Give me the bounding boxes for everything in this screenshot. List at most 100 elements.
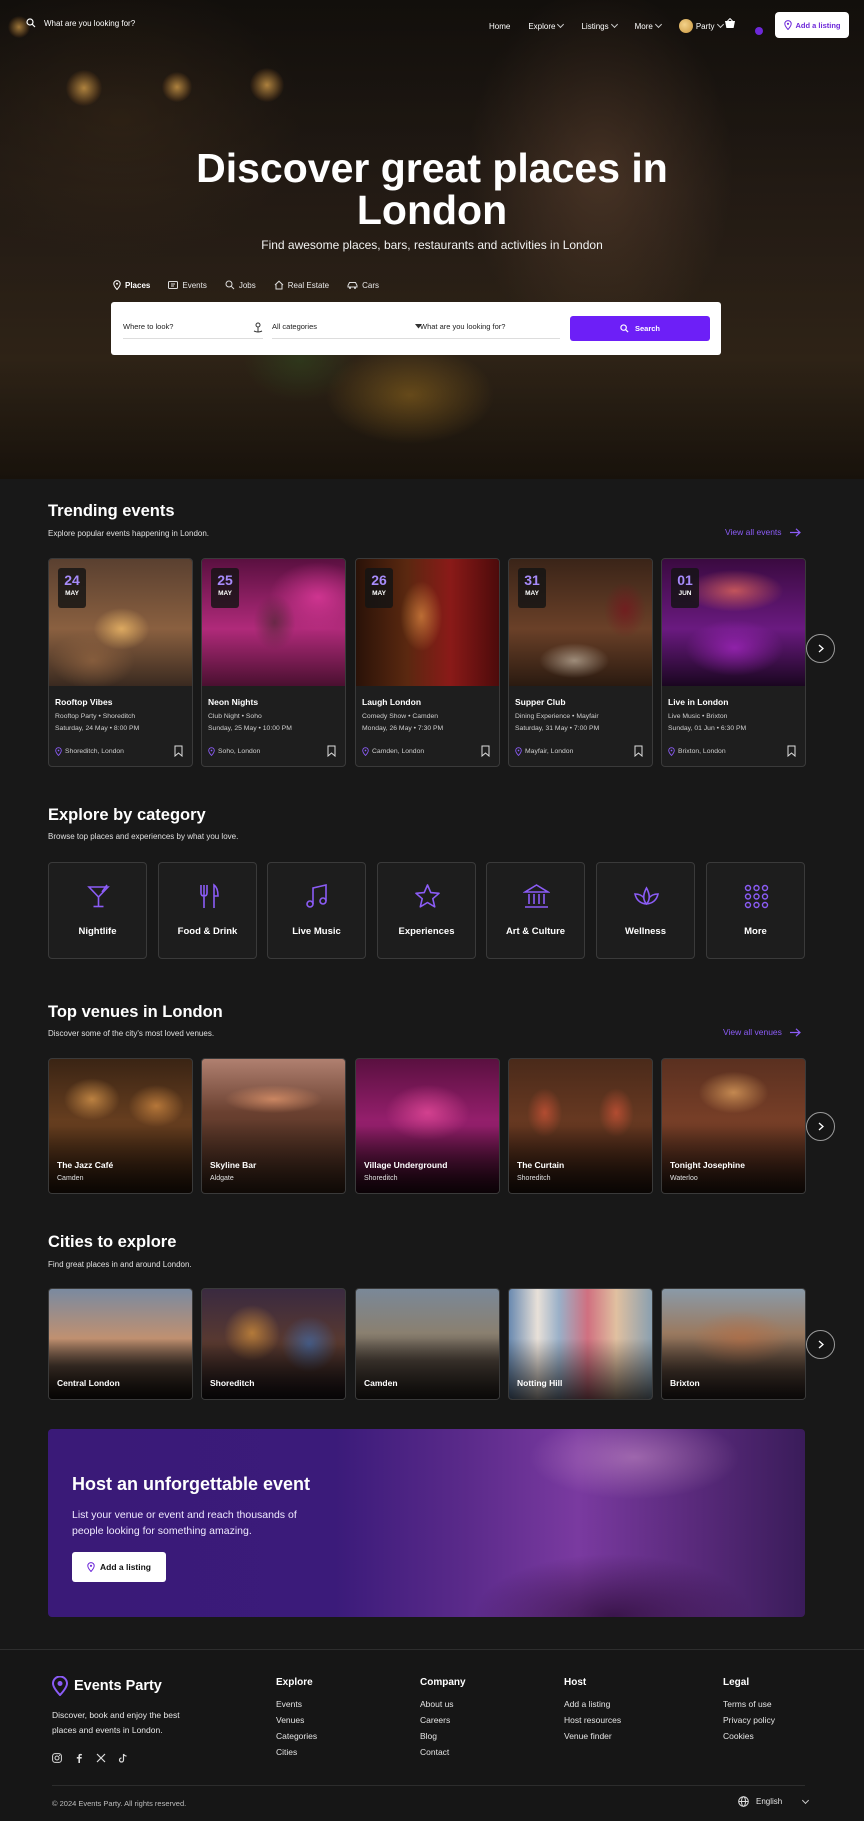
venue-name: The Jazz Café [57,1160,114,1170]
event-card[interactable]: 26 MAY Laugh London Comedy Show • Camden … [355,558,500,767]
venue-name: Village Underground [364,1160,448,1170]
nav-home[interactable]: Home [489,22,510,31]
category-card-live-music[interactable]: Live Music [267,862,366,959]
venue-card[interactable]: The Curtain Shoreditch [508,1058,653,1194]
language-selector[interactable]: English [738,1796,810,1807]
nav-explore[interactable]: Explore [528,20,565,31]
event-card[interactable]: 25 MAY Neon Nights Club Night • Soho Sund… [201,558,346,767]
events-next-button[interactable] [806,634,835,663]
tiktok-icon[interactable] [118,1753,128,1763]
event-location-label: Soho, London [218,748,261,755]
footer-link[interactable]: Cities [276,1747,317,1757]
cities-next-button[interactable] [806,1330,835,1359]
footer-link[interactable]: Venues [276,1715,317,1725]
tab-real-estate[interactable]: Real Estate [274,280,329,290]
venue-card[interactable]: The Jazz Café Camden [48,1058,193,1194]
x-icon[interactable] [96,1753,106,1763]
event-card[interactable]: 31 MAY Supper Club Dining Experience • Ma… [508,558,653,767]
view-all-venues-link[interactable]: View all venues [723,1027,801,1037]
date-month: MAY [65,590,79,597]
footer-link[interactable]: Terms of use [723,1699,775,1709]
bookmark-icon[interactable] [634,745,643,757]
bookmark-icon[interactable] [174,745,183,757]
date-day: 26 [371,572,387,588]
what-field[interactable]: What are you looking for? [420,315,560,339]
category-label: Food & Drink [177,926,238,937]
instagram-icon[interactable] [52,1753,62,1763]
footer-link[interactable]: Careers [420,1715,466,1725]
event-type: Rooftop Party • Shoreditch [55,713,136,720]
venue-card[interactable]: Tonight Josephine Waterloo [661,1058,806,1194]
nav-more[interactable]: More [635,20,662,31]
event-location: Soho, London [208,747,260,756]
category-card-wellness[interactable]: Wellness [596,862,695,959]
category-card-art-culture[interactable]: Art & Culture [486,862,585,959]
host-banner: Host an unforgettable event List your ve… [48,1429,805,1617]
host-add-listing-button[interactable]: Add a listing [72,1552,166,1582]
tab-jobs[interactable]: Jobs [225,280,256,290]
tab-events[interactable]: Events [168,280,207,290]
house-icon [274,280,284,290]
event-name: Supper Club [515,697,566,707]
where-field[interactable]: Where to look? [123,315,263,339]
footer-brand-name: Events Party [74,1678,162,1694]
city-card[interactable]: Brixton [661,1288,806,1400]
event-card[interactable]: 01 JUN Live in London Live Music • Brixto… [661,558,806,767]
footer-link[interactable]: Host resources [564,1715,621,1725]
nav-search[interactable]: What are you looking for? [26,18,135,28]
city-card[interactable]: Notting Hill [508,1288,653,1400]
category-select[interactable]: All categories [272,315,422,339]
nav-listings[interactable]: Listings [581,20,618,31]
bookmark-icon[interactable] [787,745,796,757]
bookmark-icon[interactable] [327,745,336,757]
footer-link[interactable]: Venue finder [564,1731,621,1741]
footer-link[interactable]: Contact [420,1747,466,1757]
event-datetime: Sunday, 25 May • 10:00 PM [208,725,292,732]
footer-link[interactable]: Categories [276,1731,317,1741]
footer-brand[interactable]: Events Party [52,1676,162,1696]
tab-cars[interactable]: Cars [347,280,379,290]
footer-link[interactable]: Privacy policy [723,1715,775,1725]
card-shade [662,1059,805,1193]
venues-next-button[interactable] [806,1112,835,1141]
city-card[interactable]: Central London [48,1288,193,1400]
museum-icon [523,884,550,908]
search-button[interactable]: Search [570,316,710,341]
category-card-nightlife[interactable]: Nightlife [48,862,147,959]
date-badge: 31 MAY [518,568,546,608]
footer-link[interactable]: About us [420,1699,466,1709]
footer-link[interactable]: Blog [420,1731,466,1741]
category-card-more[interactable]: More [706,862,805,959]
locate-icon[interactable] [253,321,263,333]
basket-icon[interactable] [724,18,736,29]
venues-subtitle: Discover some of the city's most loved v… [48,1029,215,1038]
bookmark-icon[interactable] [481,745,490,757]
add-listing-button[interactable]: Add a listing [775,12,849,38]
footer-link[interactable]: Events [276,1699,317,1709]
venue-area: Waterloo [670,1175,698,1182]
venue-card[interactable]: Village Underground Shoreditch [355,1058,500,1194]
city-card[interactable]: Shoreditch [201,1288,346,1400]
event-location-label: Shoreditch, London [65,748,124,755]
city-card[interactable]: Camden [355,1288,500,1400]
venue-card[interactable]: Skyline Bar Aldgate [201,1058,346,1194]
nav-search-placeholder[interactable]: What are you looking for? [44,19,135,28]
footer-link[interactable]: Add a listing [564,1699,621,1709]
tab-places[interactable]: Places [113,280,150,290]
categories-subtitle: Browse top places and experiences by wha… [48,832,239,841]
view-all-venues-label: View all venues [723,1027,782,1037]
view-all-events-link[interactable]: View all events [725,527,801,537]
chevron-right-icon [818,1340,824,1349]
search-icon [26,18,36,28]
event-card[interactable]: 24 MAY Rooftop Vibes Rooftop Party • Shor… [48,558,193,767]
city-name: Notting Hill [517,1378,563,1388]
facebook-icon[interactable] [74,1753,84,1763]
user-menu[interactable]: Party [678,19,724,33]
location-pin-icon [113,280,121,290]
category-label: Art & Culture [505,926,566,937]
category-card-experiences[interactable]: Experiences [377,862,476,959]
trending-subtitle: Explore popular events happening in Lond… [48,529,210,538]
footer-link[interactable]: Cookies [723,1731,775,1741]
venue-name: Skyline Bar [210,1160,257,1170]
category-card-food-drink[interactable]: Food & Drink [158,862,257,959]
